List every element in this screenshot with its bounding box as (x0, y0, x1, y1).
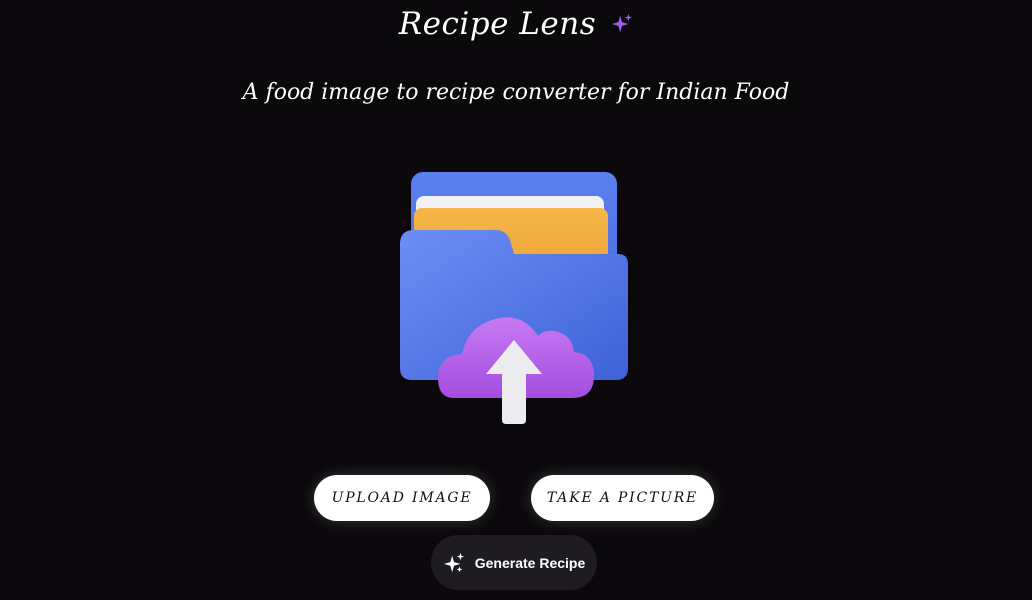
sparkle-icon (443, 552, 464, 572)
folder-upload-icon (400, 172, 628, 424)
title-row: Recipe Lens (0, 4, 1032, 48)
page-subtitle: A food image to recipe converter for Ind… (242, 80, 790, 105)
take-picture-button[interactable]: TAKE A PICTURE (531, 475, 714, 521)
generate-recipe-button[interactable]: Generate Recipe (431, 535, 597, 590)
sparkle-icon (612, 13, 633, 33)
page: Recipe Lens A food image to recipe conve… (0, 0, 1032, 600)
app-title: Recipe Lens (398, 6, 597, 42)
generate-recipe-label: Generate Recipe (474, 554, 586, 571)
upload-image-button[interactable]: UPLOAD IMAGE (314, 475, 490, 521)
